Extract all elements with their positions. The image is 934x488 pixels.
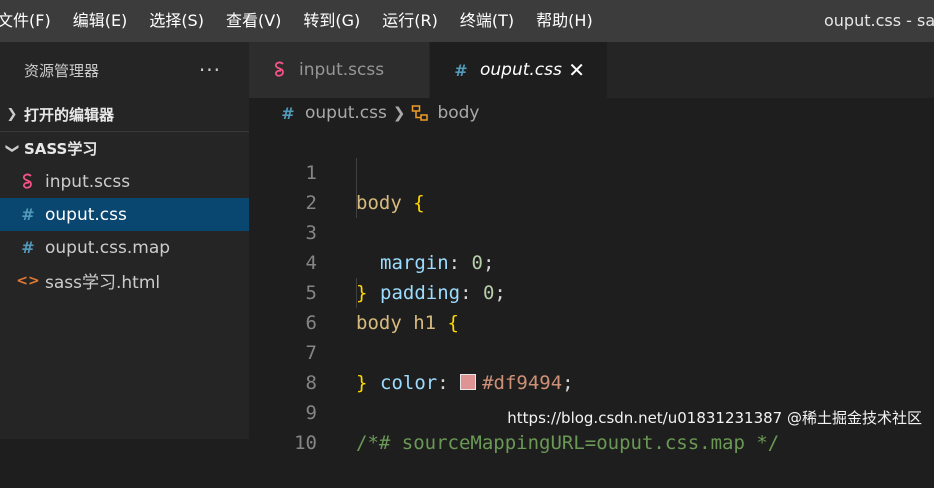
indent-guide [356, 158, 357, 188]
editor-tab-bar: input.scss # ouput.css ✕ [249, 42, 934, 98]
indent-guide [356, 188, 357, 218]
code-line: 4 } [249, 218, 934, 304]
menu-terminal[interactable]: 终端(T) [449, 0, 525, 42]
indent-guide [356, 278, 357, 308]
code-editor[interactable]: 1 body { 2 margin: 0; 3 padding: 0; 4 } … [249, 128, 934, 454]
breadcrumb: # ouput.css ❯ body [249, 98, 934, 128]
breadcrumb-file[interactable]: ouput.css [305, 103, 387, 123]
folder-label: SASS学习 [24, 140, 98, 158]
code-line: 8 [249, 338, 934, 394]
breadcrumb-symbol[interactable]: body [437, 103, 479, 123]
explorer-title: 资源管理器 [24, 61, 100, 80]
code-line: 9 /*# sourceMappingURL=ouput.css.map */ [249, 368, 934, 454]
tab-label: input.scss [299, 60, 385, 80]
sass-icon [271, 61, 289, 79]
file-name: input.scss [45, 171, 131, 192]
css-hash-icon: # [21, 238, 35, 257]
menu-selection[interactable]: 选择(S) [138, 0, 215, 42]
code-line: 3 padding: 0; [249, 188, 934, 304]
html-icon: <> [16, 272, 40, 289]
open-editors-label: 打开的编辑器 [24, 106, 115, 124]
file-name: ouput.css [45, 204, 127, 225]
tab-label: ouput.css [480, 60, 562, 80]
close-icon[interactable]: ✕ [568, 58, 585, 82]
menu-go[interactable]: 转到(G) [292, 0, 371, 42]
explorer-sidebar: 资源管理器 ··· ❯ 打开的编辑器 ❯ SASS学习 input.scss #… [0, 42, 249, 439]
chevron-right-icon: ❯ [6, 107, 18, 122]
watermark: https://blog.csdn.net/u01831231387 @稀土掘金… [507, 409, 922, 427]
css-hash-icon: # [454, 60, 468, 80]
css-hash-icon: # [21, 205, 35, 224]
menu-view[interactable]: 查看(V) [215, 0, 292, 42]
menu-bar: 文件(F) 编辑(E) 选择(S) 查看(V) 转到(G) 运行(R) 终端(T… [0, 0, 934, 42]
symbol-structure-icon [411, 104, 429, 122]
file-item-ouput-css-map[interactable]: # ouput.css.map [0, 231, 249, 264]
window-title: ouput.css - sas [824, 11, 934, 30]
file-item-ouput-css[interactable]: # ouput.css [0, 198, 249, 231]
file-item-sass-html[interactable]: <> sass学习.html [0, 264, 249, 297]
code-text: /*# sourceMappingURL=ouput.css.map */ [356, 428, 779, 458]
code-line: 2 margin: 0; [249, 158, 934, 274]
code-line: 6 color: #df9494; [249, 278, 934, 394]
explorer-header: 资源管理器 ··· [0, 42, 249, 98]
line-number: 10 [294, 432, 317, 454]
code-line: 1 body { [249, 128, 934, 214]
more-actions-icon[interactable]: ··· [199, 58, 221, 82]
file-name: sass学习.html [45, 273, 161, 293]
menu-help[interactable]: 帮助(H) [525, 0, 604, 42]
sass-icon [19, 173, 37, 191]
tab-ouput-css[interactable]: # ouput.css ✕ [430, 42, 608, 98]
chevron-down-icon: ❯ [4, 143, 20, 154]
code-line: 5 body h1 { [249, 248, 934, 334]
menu-file[interactable]: 文件(F) [0, 0, 62, 42]
code-comment: /*# sourceMappingURL=ouput.css.map */ [356, 432, 780, 454]
code-line: 7 } [249, 308, 934, 394]
menu-run[interactable]: 运行(R) [371, 0, 449, 42]
chevron-right-icon: ❯ [392, 104, 406, 122]
open-editors-section[interactable]: ❯ 打开的编辑器 [0, 98, 249, 131]
file-name: ouput.css.map [45, 237, 171, 258]
folder-section[interactable]: ❯ SASS学习 [0, 131, 249, 165]
tab-input-scss[interactable]: input.scss [249, 42, 430, 98]
file-item-input-scss[interactable]: input.scss [0, 165, 249, 198]
menu-edit[interactable]: 编辑(E) [62, 0, 139, 42]
css-hash-icon: # [281, 103, 295, 123]
